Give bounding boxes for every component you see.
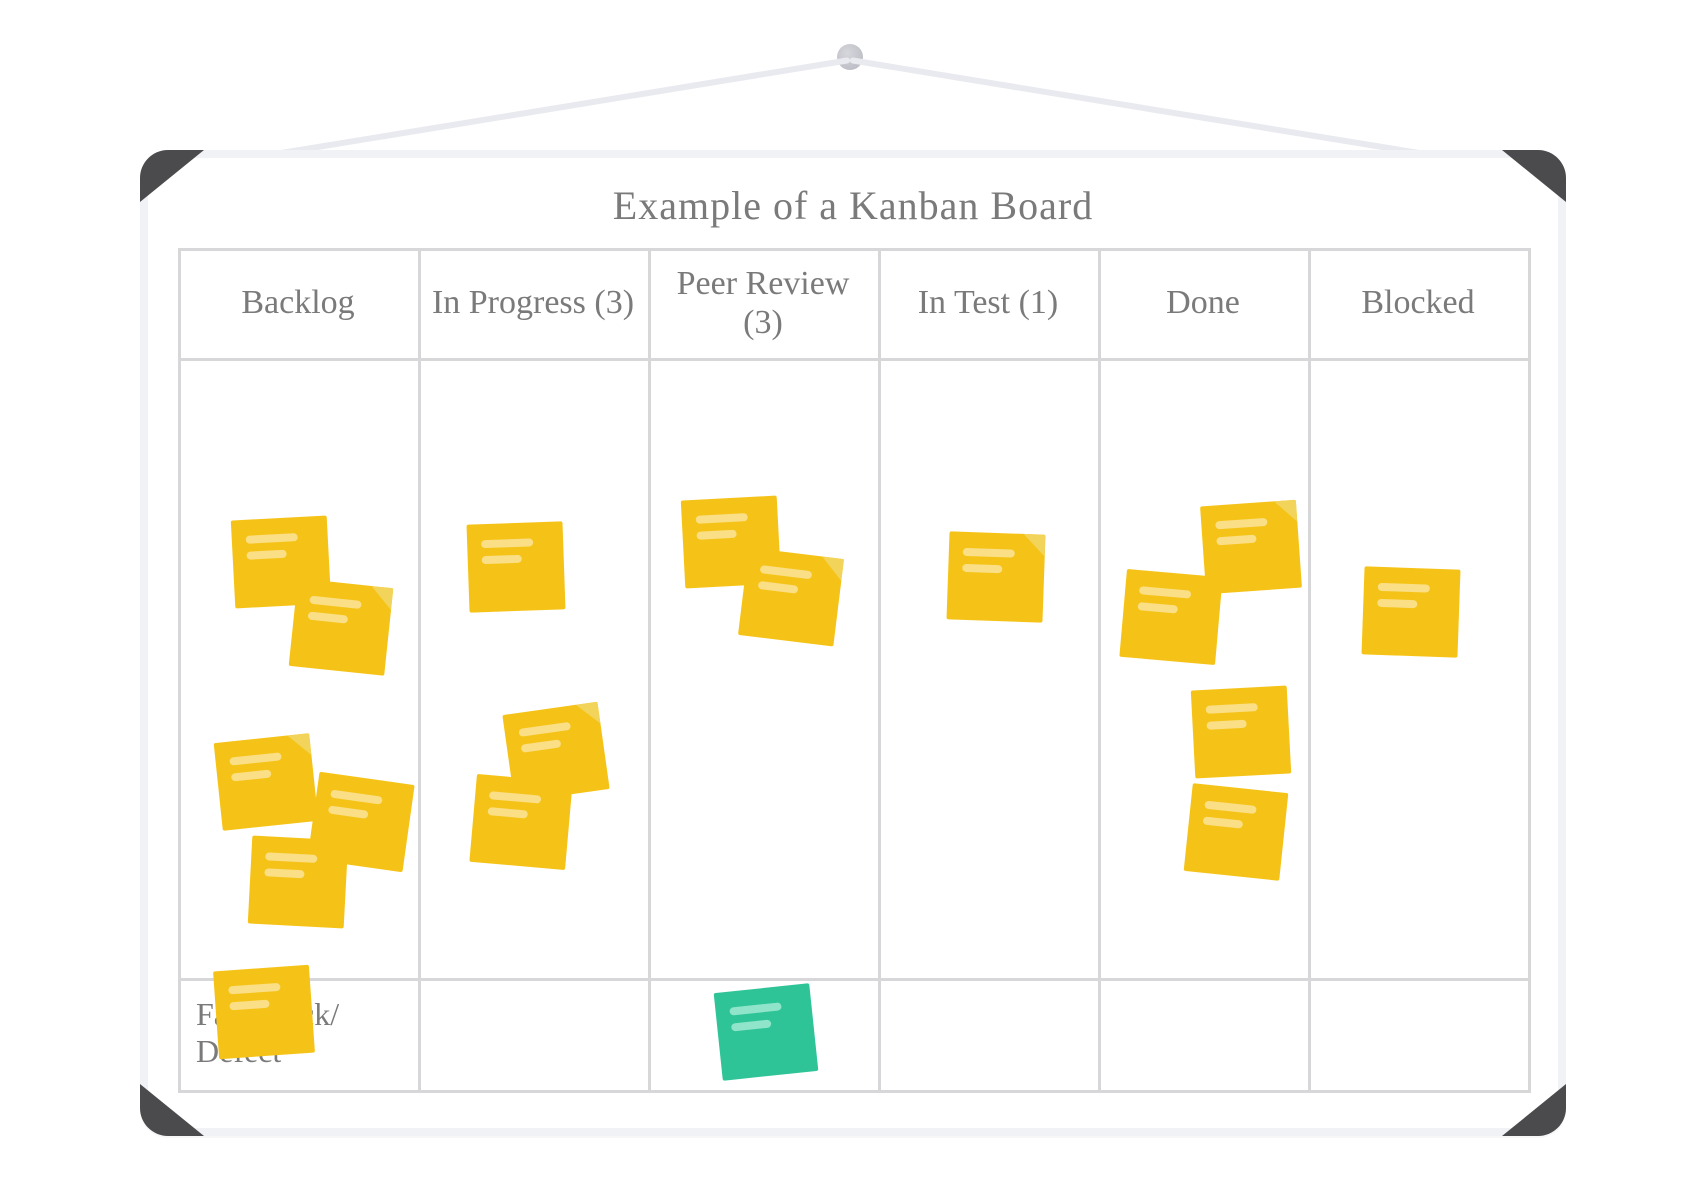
column-header: Backlog [178,248,418,358]
sticky-note [466,521,565,612]
column-header: Peer Review (3) [648,248,878,358]
grid-line [178,358,1528,361]
kanban-grid: BacklogIn Progress (3)Peer Review (3)In … [178,248,1528,1093]
sticky-note [1191,686,1291,779]
note-lines-icon [264,852,318,887]
sticky-note [214,733,319,831]
sticky-note [469,774,572,870]
note-lines-icon [696,513,750,548]
note-lines-icon [729,1002,784,1039]
grid-line [878,248,881,1093]
note-lines-icon [1202,801,1257,838]
column-header: In Test (1) [878,248,1098,358]
kanban-diagram: Example of a Kanban Board BacklogIn Prog… [0,0,1700,1200]
note-lines-icon [1137,586,1192,622]
sticky-note [1119,569,1222,665]
note-fold-icon [369,586,393,610]
sticky-note [1184,783,1289,881]
note-lines-icon [962,548,1015,582]
note-fold-icon [287,733,311,757]
note-lines-icon [481,538,534,572]
note-lines-icon [307,596,362,633]
note-lines-icon [757,565,813,603]
note-lines-icon [327,790,383,829]
sticky-note [738,547,844,646]
grid-line [178,1090,1528,1093]
whiteboard: Example of a Kanban Board BacklogIn Prog… [140,150,1566,1136]
note-lines-icon [246,533,300,568]
note-lines-icon [228,983,282,1019]
note-lines-icon [487,791,542,827]
note-lines-icon [1206,703,1260,738]
grid-line [418,248,421,1093]
note-fold-icon [1023,534,1046,557]
nail-icon [837,44,863,70]
column-header: Blocked [1308,248,1528,358]
note-fold-icon [819,556,844,581]
note-fold-icon [1274,500,1297,523]
grid-line [1308,248,1311,1093]
grid-line [648,248,651,1093]
grid-line [178,978,1528,981]
sticky-note [289,578,394,676]
board-title: Example of a Kanban Board [148,182,1558,229]
note-lines-icon [518,722,574,761]
grid-line [1098,248,1101,1093]
sticky-note [248,836,348,929]
sticky-note [1361,566,1460,657]
sticky-note [946,531,1045,622]
column-header: In Progress (3) [418,248,648,358]
sticky-note [213,965,315,1059]
note-fold-icon [576,702,601,727]
note-lines-icon [1215,518,1269,554]
grid-line [1528,248,1531,1093]
grid-line [178,248,181,1093]
note-lines-icon [1377,583,1430,617]
note-lines-icon [229,752,284,789]
sticky-note-defect [714,983,819,1081]
column-header: Done [1098,248,1308,358]
